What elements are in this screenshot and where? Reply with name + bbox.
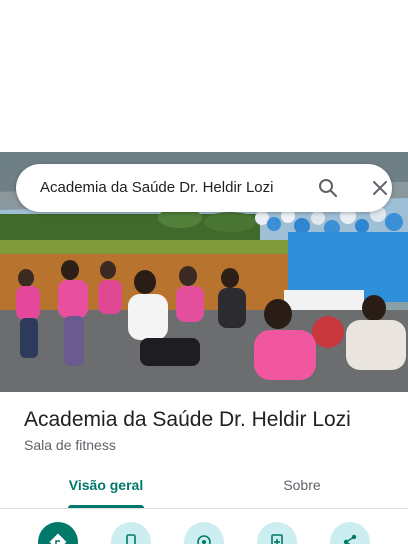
add-photo-button[interactable]: [257, 522, 297, 544]
directions-button[interactable]: [38, 522, 78, 544]
search-icon[interactable]: [316, 176, 340, 200]
close-icon[interactable]: [368, 176, 392, 200]
place-title: Academia da Saúde Dr. Heldir Lozi: [24, 408, 351, 431]
share-icon: [343, 534, 357, 544]
place-category: Sala de fitness: [24, 437, 116, 453]
call-button[interactable]: [111, 522, 151, 544]
tab-overview[interactable]: Visão geral: [48, 468, 164, 508]
save-icon: [197, 535, 211, 544]
map-blank-area: [0, 0, 408, 152]
add-photo-icon: [271, 534, 283, 544]
search-input[interactable]: Academia da Saúde Dr. Heldir Lozi: [40, 164, 273, 212]
tab-selected-indicator: [68, 505, 144, 508]
action-buttons-row: [0, 520, 408, 544]
phone-icon: [126, 534, 136, 544]
save-button[interactable]: [184, 522, 224, 544]
tab-bar: Visão geral Sobre: [0, 468, 408, 509]
directions-icon: [49, 533, 67, 544]
share-button[interactable]: [330, 522, 370, 544]
search-bar[interactable]: Academia da Saúde Dr. Heldir Lozi: [16, 164, 392, 212]
tab-about[interactable]: Sobre: [244, 468, 360, 508]
